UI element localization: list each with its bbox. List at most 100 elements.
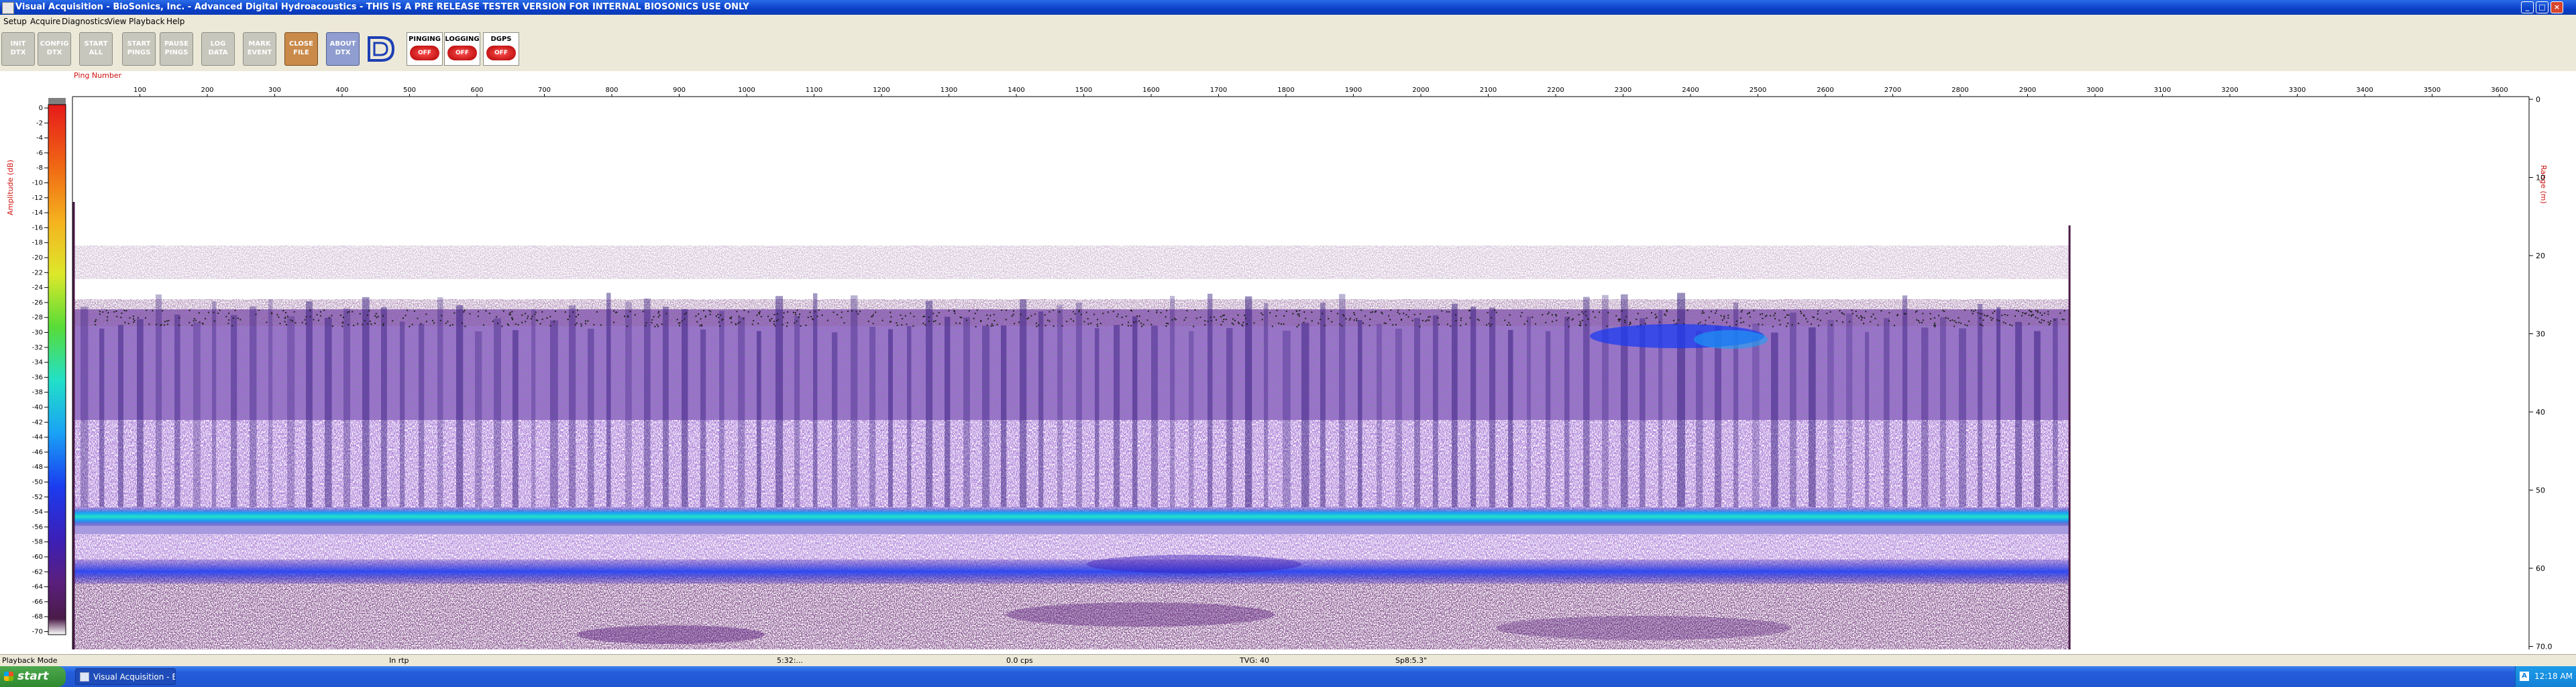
ping-tick-label: 200: [201, 87, 213, 94]
ping-tick-label: 700: [538, 87, 551, 94]
menu-diagnostics[interactable]: Diagnostics: [62, 17, 109, 26]
amp-tick-label: -14: [32, 209, 43, 217]
menu-playback[interactable]: Playback: [129, 17, 165, 26]
minimize-button[interactable]: _: [2521, 1, 2534, 13]
language-icon[interactable]: A: [2520, 672, 2529, 681]
range-tick-label: 30: [2536, 330, 2545, 339]
close-file-button[interactable]: CLOSE FILE: [284, 32, 318, 66]
menu-setup[interactable]: Setup: [3, 17, 27, 26]
ping-tick-label: 1300: [941, 87, 957, 94]
ping-tick-label: 3200: [2221, 87, 2238, 94]
amp-tick-label: -46: [32, 449, 43, 456]
maximize-button[interactable]: □: [2536, 1, 2548, 13]
system-tray: A 12:18 AM: [2515, 666, 2576, 687]
start-button[interactable]: start: [0, 666, 66, 687]
amp-tick-label: -70: [32, 629, 43, 636]
range-tick-label: 50: [2536, 486, 2545, 495]
amp-tick-label: -12: [32, 195, 43, 202]
mark-event-button[interactable]: MARK EVENT: [243, 32, 276, 66]
amp-tick-label: -64: [32, 584, 43, 591]
ping-tick-label: 2100: [1480, 87, 1497, 94]
ping-tick-label: 2200: [1547, 87, 1564, 94]
ping-tick-label: 1800: [1277, 87, 1294, 94]
button-label: PAUSE: [164, 40, 189, 48]
taskbar: start Visual Acquisition - B... A 12:18 …: [0, 666, 2576, 687]
amp-tick-label: -58: [32, 539, 43, 546]
ping-tick-label: 1200: [873, 87, 890, 94]
range-tick-label: 20: [2536, 252, 2545, 260]
echogram-chart[interactable]: Ping Number Amplitude (dB) Range (m) 0 -2…: [0, 71, 2576, 654]
button-label: CONFIG: [40, 40, 69, 48]
ping-tick-label: 2500: [1750, 87, 1766, 94]
amp-tick-label: -32: [32, 344, 43, 352]
range-tick-label: 70.0: [2536, 643, 2553, 651]
amp-tick-label: -28: [32, 314, 43, 321]
button-label: LOG: [210, 40, 226, 48]
ping-tick-label: 1700: [1210, 87, 1227, 94]
amp-tick-label: -38: [32, 389, 43, 397]
start-label: start: [17, 670, 49, 683]
about-dtx-button[interactable]: ABOUT DTX: [326, 32, 360, 66]
second-echo-band: [74, 560, 2070, 584]
ping-tick-label: 1000: [738, 87, 755, 94]
pause-pings-button[interactable]: PAUSE PINGS: [160, 32, 193, 66]
log-data-button[interactable]: LOG DATA: [201, 32, 235, 66]
indicator-label: LOGGING: [445, 36, 480, 43]
amp-tick-label: -30: [32, 329, 43, 337]
amplitude-ticks: 0 -2 -4 -6 -8 -10 -12 -14 -16 -18 -20 -22 -24 -26 -28 -…: [32, 105, 48, 636]
amp-tick-label: -4: [36, 135, 43, 142]
start-pings-button[interactable]: START PINGS: [122, 32, 156, 66]
amplitude-axis-label: Amplitude (dB): [6, 160, 15, 215]
ping-tick-label: 100: [133, 87, 146, 94]
ping-tick-label: 2600: [1817, 87, 1833, 94]
menu-acquire[interactable]: Acquire: [30, 17, 60, 26]
ping-tick-label: 3600: [2491, 87, 2508, 94]
ping-tick-label: 300: [268, 87, 281, 94]
ping-tick-label: 3000: [2086, 87, 2103, 94]
button-label: ABOUT: [329, 40, 356, 48]
menu-view[interactable]: View: [107, 17, 126, 26]
amp-tick-label: -56: [32, 523, 43, 531]
ping-tick-label: 1900: [1345, 87, 1362, 94]
ping-tick-label: 1400: [1008, 87, 1024, 94]
bottom-echo-band: [74, 507, 2070, 526]
indicator-state: OFF: [410, 46, 439, 60]
ping-tick-label: 1500: [1075, 87, 1092, 94]
colorbar-cap: [48, 98, 66, 105]
amp-tick-label: -66: [32, 598, 43, 606]
ping-tick-label: 400: [335, 87, 348, 94]
menu-help[interactable]: Help: [166, 17, 184, 26]
amp-tick-label: -48: [32, 464, 43, 471]
indicator-state: OFF: [486, 46, 516, 60]
range-tick-label: 40: [2536, 408, 2545, 417]
windows-flag-icon: [4, 672, 13, 681]
button-label: DATA: [208, 49, 228, 56]
task-label: Visual Acquisition - B...: [93, 672, 175, 682]
ping-tick-label: 2700: [1884, 87, 1901, 94]
button-label: INIT: [10, 40, 26, 48]
toolbar: INIT DTX CONFIG DTX START ALL START PINGS PA…: [0, 28, 2576, 71]
amp-tick-label: -22: [32, 269, 43, 276]
ping-tick-label: 3500: [2424, 87, 2440, 94]
amp-tick-label: -40: [32, 404, 43, 411]
amp-tick-label: -54: [32, 509, 43, 516]
amp-tick-label: -44: [32, 434, 43, 441]
close-button[interactable]: ×: [2551, 1, 2563, 13]
amp-tick-label: -62: [32, 568, 43, 576]
status-bar: Playback Mode In rtp 5:32:... 0.0 cps TV…: [0, 654, 2576, 667]
start-all-button[interactable]: START ALL: [79, 32, 113, 66]
taskbar-item-visual-acquisition[interactable]: Visual Acquisition - B...: [75, 668, 176, 685]
amp-tick-label: -16: [32, 224, 43, 231]
echogram-image: [72, 202, 2071, 649]
app-icon: [80, 672, 89, 682]
echogram-panel: Ping Number Amplitude (dB) Range (m) 0 -2…: [0, 71, 2576, 654]
status-field-3: 5:32:...: [777, 656, 803, 665]
ping-tick-label: 500: [403, 87, 416, 94]
ping-tick-label: 3400: [2356, 87, 2373, 94]
init-dtx-button[interactable]: INIT DTX: [1, 32, 35, 66]
app-icon: [2, 2, 14, 14]
config-dtx-button[interactable]: CONFIG DTX: [38, 32, 71, 66]
amplitude-colorbar: [48, 104, 66, 635]
indicator-label: PINGING: [409, 36, 441, 43]
biosonics-logo-icon: [368, 36, 395, 62]
